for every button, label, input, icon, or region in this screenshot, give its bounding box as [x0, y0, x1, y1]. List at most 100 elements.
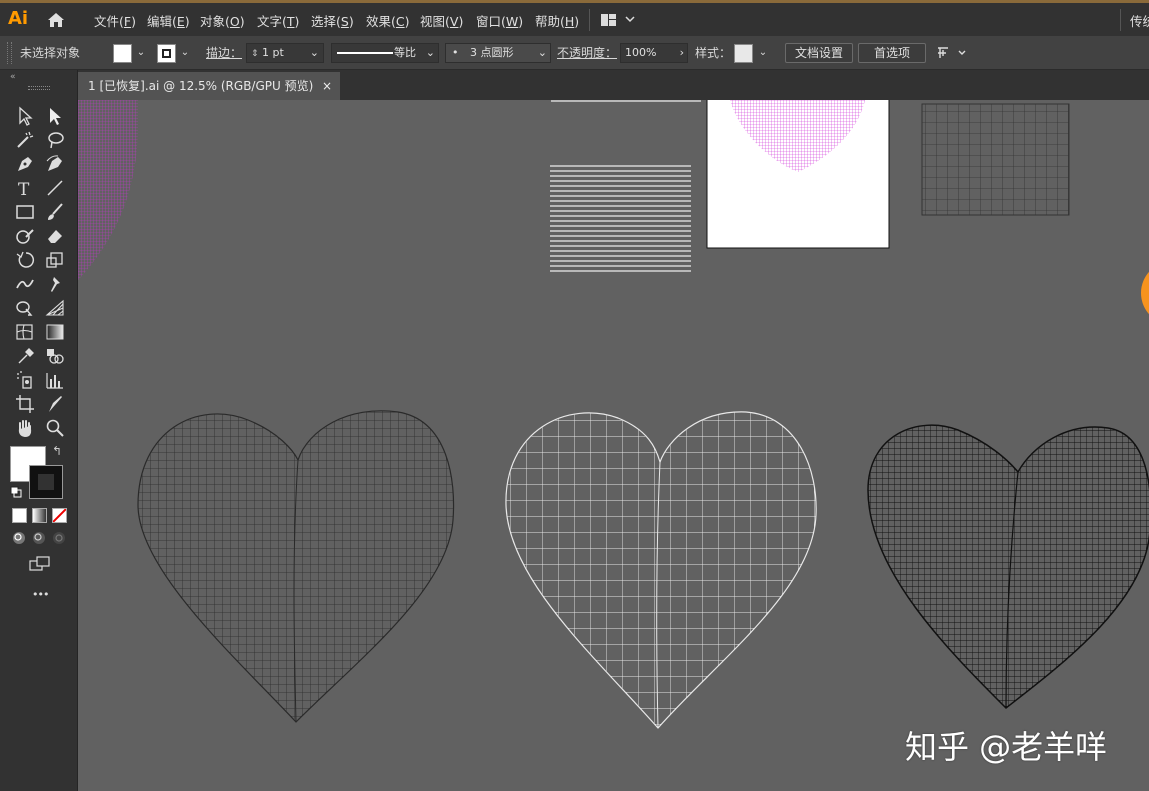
color-mode-icon[interactable] — [12, 508, 27, 523]
hand-tool-icon[interactable] — [14, 417, 36, 439]
stroke-label[interactable]: 描边： — [206, 44, 242, 61]
menu-object[interactable]: 对象(O) — [200, 11, 245, 30]
menu-type[interactable]: 文字(T) — [257, 11, 299, 30]
shape-builder-tool-icon[interactable] — [14, 297, 36, 319]
close-icon[interactable]: × — [322, 72, 332, 100]
scale-tool-icon[interactable] — [44, 249, 66, 271]
default-colors-icon[interactable] — [10, 486, 22, 501]
panel-grip[interactable] — [28, 86, 50, 90]
slice-tool-icon[interactable] — [44, 393, 66, 415]
menu-bar: Ai 文件(F) 编辑(E) 对象(O) 文字(T) 选择(S) 效果(C) 视… — [0, 0, 1149, 36]
rectangle-tool-icon[interactable] — [14, 201, 36, 223]
fill-swatch[interactable] — [113, 44, 132, 63]
selection-tool-icon[interactable] — [14, 105, 36, 127]
gradient-mode-icon[interactable] — [32, 508, 47, 523]
edit-toolbar-icon[interactable]: ••• — [32, 588, 49, 601]
arrange-icon[interactable] — [936, 45, 968, 64]
heart-white-mesh[interactable] — [498, 400, 828, 735]
document-setup-button[interactable]: 文档设置 — [785, 43, 853, 63]
screen-mode-icon[interactable] — [29, 556, 51, 575]
draw-inside-icon[interactable] — [51, 530, 67, 549]
home-icon[interactable] — [46, 11, 66, 32]
workspace-layout-icon[interactable] — [600, 13, 636, 30]
app-logo: Ai — [8, 8, 29, 29]
document-tab-title: 1 [已恢复].ai @ 12.5% (RGB/GPU 预览) — [88, 79, 314, 93]
menu-file[interactable]: 文件(F) — [94, 11, 136, 30]
watermark: 知乎 @老羊咩 — [905, 728, 1108, 766]
menu-select[interactable]: 选择(S) — [311, 11, 354, 30]
menu-view[interactable]: 视图(V) — [420, 11, 463, 30]
canvas[interactable] — [78, 100, 1149, 791]
document-tab-bar: 1 [已恢复].ai @ 12.5% (RGB/GPU 预览) × — [78, 70, 1149, 100]
magic-wand-tool-icon[interactable] — [14, 129, 36, 151]
graphic-style-swatch[interactable] — [734, 44, 753, 63]
chevron-down-icon[interactable]: ⌄ — [426, 44, 435, 62]
rotate-tool-icon[interactable] — [14, 249, 36, 271]
opacity-label[interactable]: 不透明度： — [557, 44, 617, 61]
control-bar: 未选择对象 ⌄ ⌄ 描边： ⇕ 1 pt ⌄ 等比 ⌄ • 3 点圆形 ⌄ 不透… — [0, 36, 1149, 70]
variable-width-profile[interactable]: 等比 ⌄ — [331, 43, 439, 63]
draw-normal-icon[interactable] — [11, 530, 27, 549]
style-label: 样式： — [695, 46, 732, 60]
swap-colors-icon[interactable]: ↰ — [52, 444, 62, 458]
stroke-box-icon — [162, 49, 171, 58]
column-graph-tool-icon[interactable] — [44, 369, 66, 391]
grid-swatch[interactable] — [921, 103, 1070, 216]
svg-text:T: T — [18, 180, 30, 199]
stroke-weight-value: 1 pt — [262, 46, 284, 59]
opacity-field[interactable]: 100% › — [620, 43, 688, 63]
selection-status: 未选择对象 — [20, 46, 81, 60]
artboard-tool-icon[interactable] — [14, 393, 36, 415]
puppet-warp-tool-icon[interactable] — [44, 273, 66, 295]
chevron-down-icon[interactable]: ⌄ — [134, 43, 148, 63]
control-bar-grip[interactable] — [7, 42, 12, 64]
collapse-panel-icon[interactable]: « — [10, 72, 16, 82]
perspective-grid-tool-icon[interactable] — [44, 297, 66, 319]
symbol-sprayer-tool-icon[interactable] — [14, 369, 36, 391]
draw-behind-icon[interactable] — [31, 530, 47, 549]
document-tab[interactable]: 1 [已恢复].ai @ 12.5% (RGB/GPU 预览) × — [78, 72, 340, 100]
type-tool-icon[interactable]: T — [14, 177, 36, 200]
orange-circle[interactable] — [1141, 261, 1149, 325]
zoom-tool-icon[interactable] — [44, 417, 66, 439]
eraser-tool-icon[interactable] — [44, 225, 66, 247]
menu-window[interactable]: 窗口(W) — [476, 11, 523, 30]
chevron-right-icon[interactable]: › — [680, 44, 684, 62]
gradient-tool-icon[interactable] — [44, 321, 66, 343]
mesh-tool-icon[interactable] — [14, 321, 36, 343]
stroke-line-icon — [337, 52, 393, 54]
chevron-down-icon[interactable]: ⌄ — [310, 44, 319, 62]
chevron-down-icon[interactable]: ⌄ — [178, 43, 192, 63]
curvature-tool-icon[interactable] — [44, 153, 66, 175]
paintbrush-tool-icon[interactable] — [44, 201, 66, 223]
brush-definition[interactable]: • 3 点圆形 ⌄ — [445, 43, 551, 63]
stroke-color-swatch[interactable] — [29, 465, 63, 499]
profile-value: 等比 — [394, 46, 416, 59]
chevron-down-icon[interactable]: ⌄ — [538, 44, 547, 62]
stroke-swatch[interactable] — [157, 44, 176, 63]
lasso-tool-icon[interactable] — [44, 129, 66, 151]
stroke-weight-field[interactable]: ⇕ 1 pt ⌄ — [246, 43, 324, 63]
width-tool-icon[interactable] — [14, 273, 36, 295]
horizontal-lines-swatch[interactable] — [550, 163, 691, 275]
workspace-switcher[interactable]: 传统 — [1130, 11, 1149, 30]
menu-help[interactable]: 帮助(H) — [535, 11, 579, 30]
menu-edit[interactable]: 编辑(E) — [147, 11, 190, 30]
magenta-mesh-shape[interactable] — [78, 100, 138, 280]
opacity-value: 100% — [625, 46, 657, 59]
heart-dark-mesh[interactable] — [133, 400, 463, 730]
eyedropper-tool-icon[interactable] — [14, 345, 36, 367]
spinner-icon[interactable]: ⇕ — [251, 49, 259, 59]
blend-tool-icon[interactable] — [44, 345, 66, 367]
chevron-down-icon[interactable]: ⌄ — [756, 43, 770, 63]
menu-effect[interactable]: 效果(C) — [366, 11, 410, 30]
shaper-tool-icon[interactable] — [14, 225, 36, 247]
direct-selection-tool-icon[interactable] — [44, 105, 66, 127]
none-mode-icon[interactable] — [52, 508, 67, 523]
pen-tool-icon[interactable] — [14, 153, 36, 175]
heart-black-mesh[interactable] — [863, 415, 1149, 715]
strip-pattern[interactable] — [551, 100, 701, 103]
preferences-button[interactable]: 首选项 — [858, 43, 926, 63]
line-segment-tool-icon[interactable] — [44, 177, 66, 199]
white-artboard[interactable] — [706, 100, 890, 249]
